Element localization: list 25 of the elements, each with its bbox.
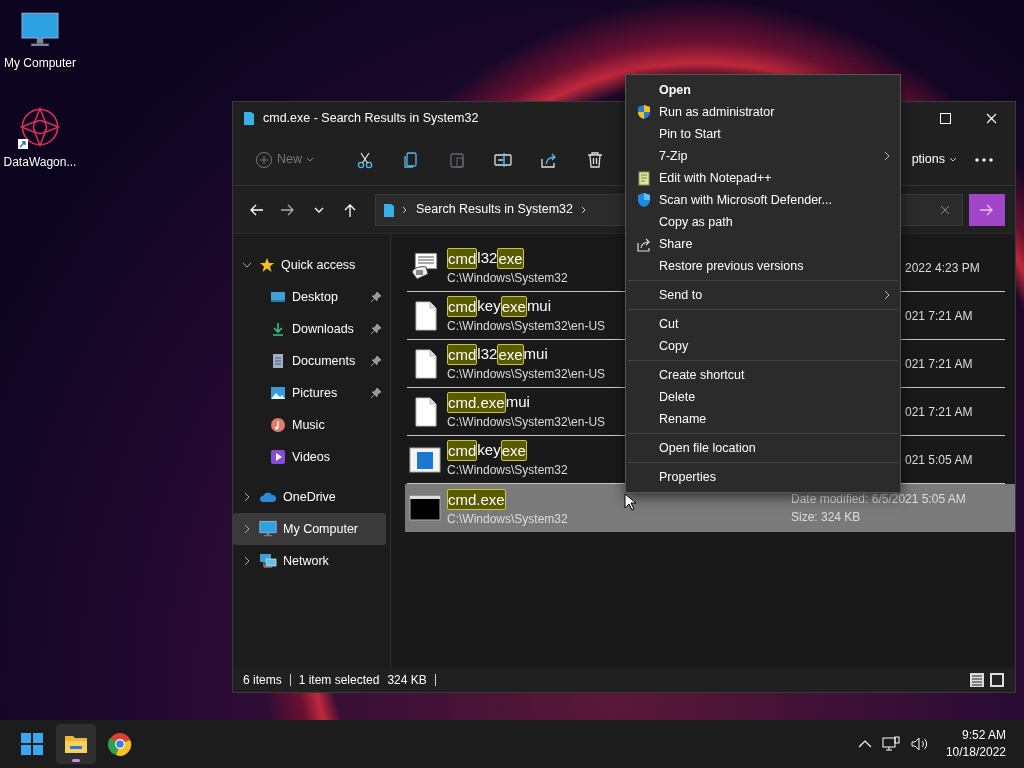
- file-detail: 021 7:21 AM: [905, 403, 974, 421]
- file-detail: 2022 4:23 PM: [905, 259, 981, 277]
- file-name: cmd.exemui: [447, 392, 531, 413]
- file-path: C:\Windows\System32: [447, 270, 568, 287]
- file-path: C:\Windows\System32: [447, 510, 568, 528]
- selection-size: 324 KB: [387, 672, 427, 689]
- file-name: cmdl32exe: [447, 248, 525, 269]
- file-name: cmdl32exemui: [447, 344, 549, 365]
- file-detail: Size: 324 KB: [791, 509, 862, 526]
- file-detail: 021 5:05 AM: [905, 451, 974, 469]
- file-detail: 021 7:21 AM: [905, 307, 974, 325]
- file-path: C:\Windows\System32\en-US: [447, 366, 606, 383]
- clock-date: 10/18/2022: [945, 744, 1006, 761]
- file-name: cmdkeyexe: [447, 440, 528, 461]
- selection-info: 1 item selected: [298, 672, 380, 689]
- window-title: cmd.exe - Search Results in System32: [263, 109, 479, 127]
- file-name: cmdkeyexemui: [447, 296, 553, 317]
- item-count: 6 items: [243, 672, 282, 689]
- file-name: cmd.exe: [447, 488, 507, 510]
- file-path: C:\Windows\System32\en-US: [447, 414, 606, 431]
- clock-time: 9:52 AM: [960, 727, 1006, 744]
- file-detail: 021 7:21 AM: [905, 355, 974, 373]
- file-path: C:\Windows\System32\en-US: [447, 318, 606, 335]
- file-path: C:\Windows\System32: [447, 462, 568, 479]
- file-detail: Date modified: 6/5/2021 5:05 AM: [791, 491, 967, 508]
